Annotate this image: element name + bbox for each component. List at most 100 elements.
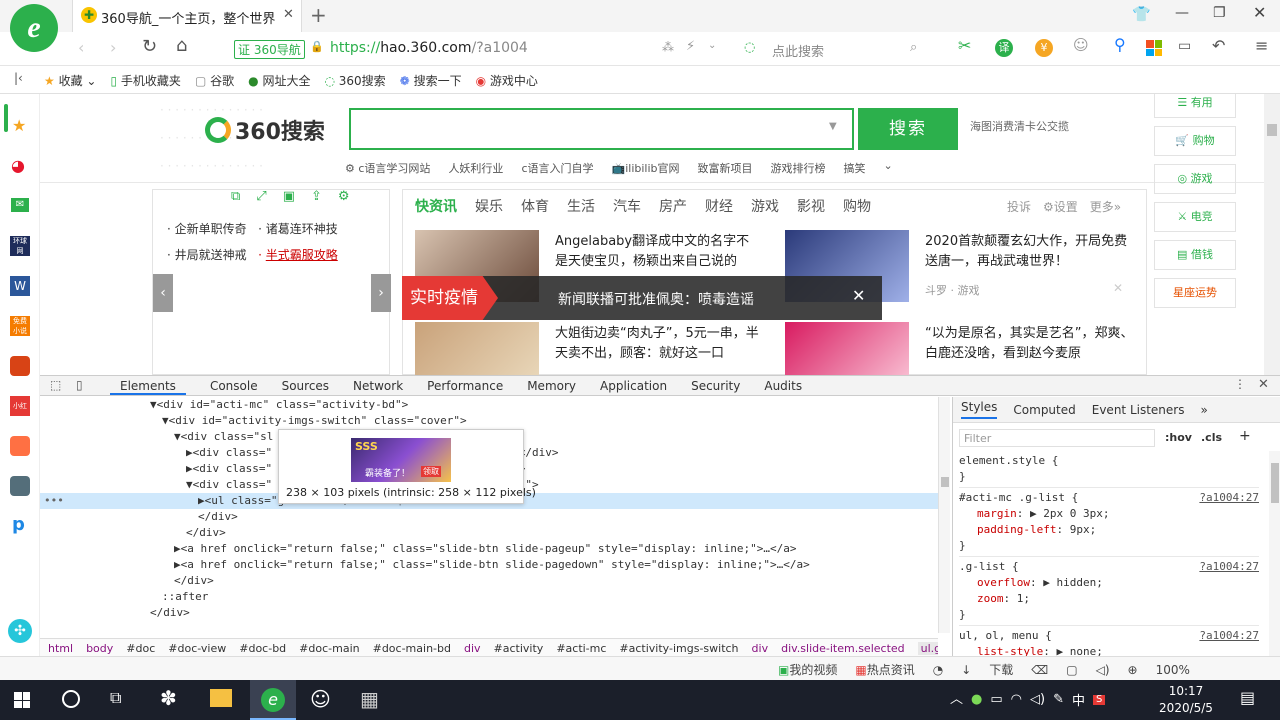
reload-icon[interactable]: ↻ — [142, 38, 157, 56]
search-side-note[interactable]: 海图消费清卡公交揽 — [970, 118, 1069, 134]
novel-app-icon[interactable]: 免费 小说 — [10, 316, 30, 336]
translate-icon[interactable]: 译 — [995, 39, 1013, 57]
news-tab[interactable]: 生活 — [567, 196, 595, 216]
add-rule-icon[interactable]: + — [1239, 429, 1251, 443]
list-item[interactable]: · 井局就送神戒 — [167, 248, 247, 262]
close-devtools-icon[interactable]: ✕ — [1258, 378, 1269, 391]
game-app-icon-2[interactable] — [10, 436, 30, 456]
breadcrumb[interactable]: #activity — [494, 642, 544, 655]
sidebar-star-icon[interactable]: ★ — [12, 118, 26, 134]
complain-link[interactable]: 投诉 — [1007, 198, 1031, 215]
tray-expand-icon[interactable]: ︿ — [950, 693, 963, 706]
dom-tree-scrollbar-thumb[interactable] — [941, 477, 949, 487]
dom-node[interactable]: </div> — [40, 573, 938, 589]
gear-icon[interactable]: ⚙ — [338, 190, 350, 203]
breadcrumb[interactable]: #activity-imgs-switch — [619, 642, 738, 655]
breadcrumb[interactable]: #acti-mc — [556, 642, 606, 655]
breadcrumb[interactable]: #doc — [126, 642, 155, 655]
tab-network[interactable]: Network — [353, 379, 403, 395]
grid-apps-icon[interactable]: ⁂ — [662, 41, 674, 53]
breadcrumb[interactable]: body — [86, 642, 113, 655]
bookmark-google[interactable]: ▢ 谷歌 — [195, 72, 234, 89]
news-tab[interactable]: 游戏 — [751, 196, 779, 216]
right-tool-item[interactable]: ⚔ 电竞 — [1154, 202, 1236, 232]
tab-styles[interactable]: Styles — [961, 400, 998, 419]
battery-icon[interactable]: ▭ — [990, 693, 1002, 706]
expand-icon[interactable]: ⤢ — [256, 190, 266, 203]
wifi-icon[interactable]: ◠ — [1011, 693, 1022, 706]
right-tool-item[interactable]: 星座运势 — [1154, 278, 1236, 308]
fan-app-icon[interactable]: ✽ — [160, 688, 177, 708]
weibo-icon[interactable]: ◕ — [11, 158, 25, 174]
dom-node[interactable]: </div> — [40, 509, 938, 525]
hot-link[interactable]: 📺ilibilib官网 — [612, 160, 680, 176]
bookmark-directory[interactable]: ● 网址大全 — [248, 72, 310, 89]
right-tool-item[interactable]: 🛒 购物 — [1154, 126, 1236, 156]
dom-node[interactable]: ▼<div id="activity-imgs-switch" class="c… — [40, 413, 938, 429]
emoji-icon[interactable]: ☺ — [1073, 38, 1089, 53]
news-image-3[interactable] — [415, 322, 539, 375]
news-tab[interactable]: 汽车 — [613, 196, 641, 216]
news-headline-3[interactable]: 大姐街边卖“肉丸子”，5元一串，半天卖不出，顾客：就好这一口 — [555, 324, 760, 364]
ime-indicator[interactable]: 中 — [1072, 690, 1085, 709]
news-tab[interactable]: 购物 — [843, 196, 871, 216]
battery-icon[interactable]: ▭ — [1178, 39, 1191, 53]
breadcrumb[interactable]: div — [464, 642, 481, 655]
lightning-icon[interactable]: ⚡ — [686, 40, 695, 53]
news-tab[interactable]: 体育 — [521, 196, 549, 216]
rule-selector[interactable]: element.style { — [959, 453, 1259, 469]
chevron-down-icon[interactable]: ⌄ — [884, 160, 893, 176]
back-icon[interactable]: ‹ — [78, 40, 84, 56]
tab-computed[interactable]: Computed — [1013, 403, 1075, 417]
rule-source-link[interactable]: ?a1004:27 — [1199, 490, 1259, 506]
tray-360-icon[interactable]: ● — [971, 693, 982, 706]
dom-node[interactable]: </div> — [40, 525, 938, 541]
breadcrumb[interactable]: #doc-main — [299, 642, 359, 655]
styles-scrollbar-thumb[interactable] — [1271, 463, 1279, 503]
close-window-icon[interactable]: ✕ — [1253, 5, 1266, 21]
close-icon[interactable]: ✕ — [852, 288, 865, 304]
tab-sources[interactable]: Sources — [282, 379, 329, 395]
slide-pageup-button[interactable]: ‹ — [153, 274, 173, 312]
news-tab[interactable]: 财经 — [705, 196, 733, 216]
breadcrumb-selected[interactable]: ul.g-list — [917, 641, 938, 655]
dom-node[interactable]: ▶<a href onclick="return false;" class="… — [40, 541, 938, 557]
mail-icon[interactable]: ✉ — [11, 198, 29, 212]
bookmark-mobile[interactable]: ▯ 手机收藏夹 — [110, 72, 180, 89]
tab-performance[interactable]: Performance — [427, 379, 503, 395]
maximize-icon[interactable]: ❐ — [1213, 6, 1226, 20]
styles-filter-input[interactable]: Filter — [959, 429, 1155, 447]
close-icon[interactable]: ✕ — [1113, 282, 1123, 294]
download-button[interactable]: 下载 — [989, 661, 1013, 678]
new-tab-icon[interactable]: + — [310, 5, 327, 25]
list-item[interactable]: · 诸葛连环神技 — [258, 222, 338, 236]
breadcrumb[interactable]: #doc-main-bd — [373, 642, 451, 655]
shopping-app-icon[interactable]: 小红书 — [10, 396, 30, 430]
rule-property[interactable]: margin: ▶ 2px 0 3px; — [959, 506, 1259, 522]
more-options-icon[interactable]: ⋮ — [1234, 378, 1246, 390]
class-toggle[interactable]: .cls — [1201, 431, 1222, 444]
zoom-icon[interactable]: ⊕ — [1128, 664, 1138, 676]
search-logo[interactable]: 360搜索 — [205, 114, 325, 146]
dom-node[interactable]: ▶<a href onclick="return false;" class="… — [40, 557, 938, 573]
hot-link[interactable]: 人妖利行业 — [448, 160, 503, 176]
hot-news-button[interactable]: ▦热点资讯 — [855, 661, 914, 678]
share-icon[interactable]: ⇪ — [311, 190, 322, 203]
breadcrumb[interactable]: div.slide-item.selected — [781, 642, 905, 655]
rule-property[interactable]: overflow: ▶ hidden; — [959, 575, 1259, 591]
sidebar-add-icon[interactable]: ✣ — [8, 619, 32, 643]
home-icon[interactable]: ⌂ — [176, 37, 187, 55]
news-tab-active[interactable]: 快资讯 — [415, 196, 457, 216]
zoom-level[interactable]: 100% — [1156, 663, 1190, 677]
news-headline-1[interactable]: Angelababy翻译成中文的名字不是天使宝贝，杨颖出来自己说的 — [555, 232, 760, 272]
tab-console[interactable]: Console — [210, 379, 258, 395]
right-tool-item[interactable]: ☰ 有用 — [1154, 94, 1236, 118]
rule-property[interactable]: padding-left: 9px; — [959, 522, 1259, 538]
list-item[interactable]: · 半式霸服攻略 — [258, 248, 338, 262]
forward-icon[interactable]: › — [110, 40, 116, 56]
pen-icon[interactable]: ✎ — [1053, 693, 1064, 706]
windows-start-icon[interactable] — [14, 692, 30, 708]
hover-state-toggle[interactable]: :hov — [1165, 431, 1192, 444]
game-app-icon-1[interactable] — [10, 356, 30, 376]
epidemic-toast[interactable]: 实时疫情 新闻联播可批准佩奥：喷毒造谣 ✕ — [402, 276, 882, 320]
